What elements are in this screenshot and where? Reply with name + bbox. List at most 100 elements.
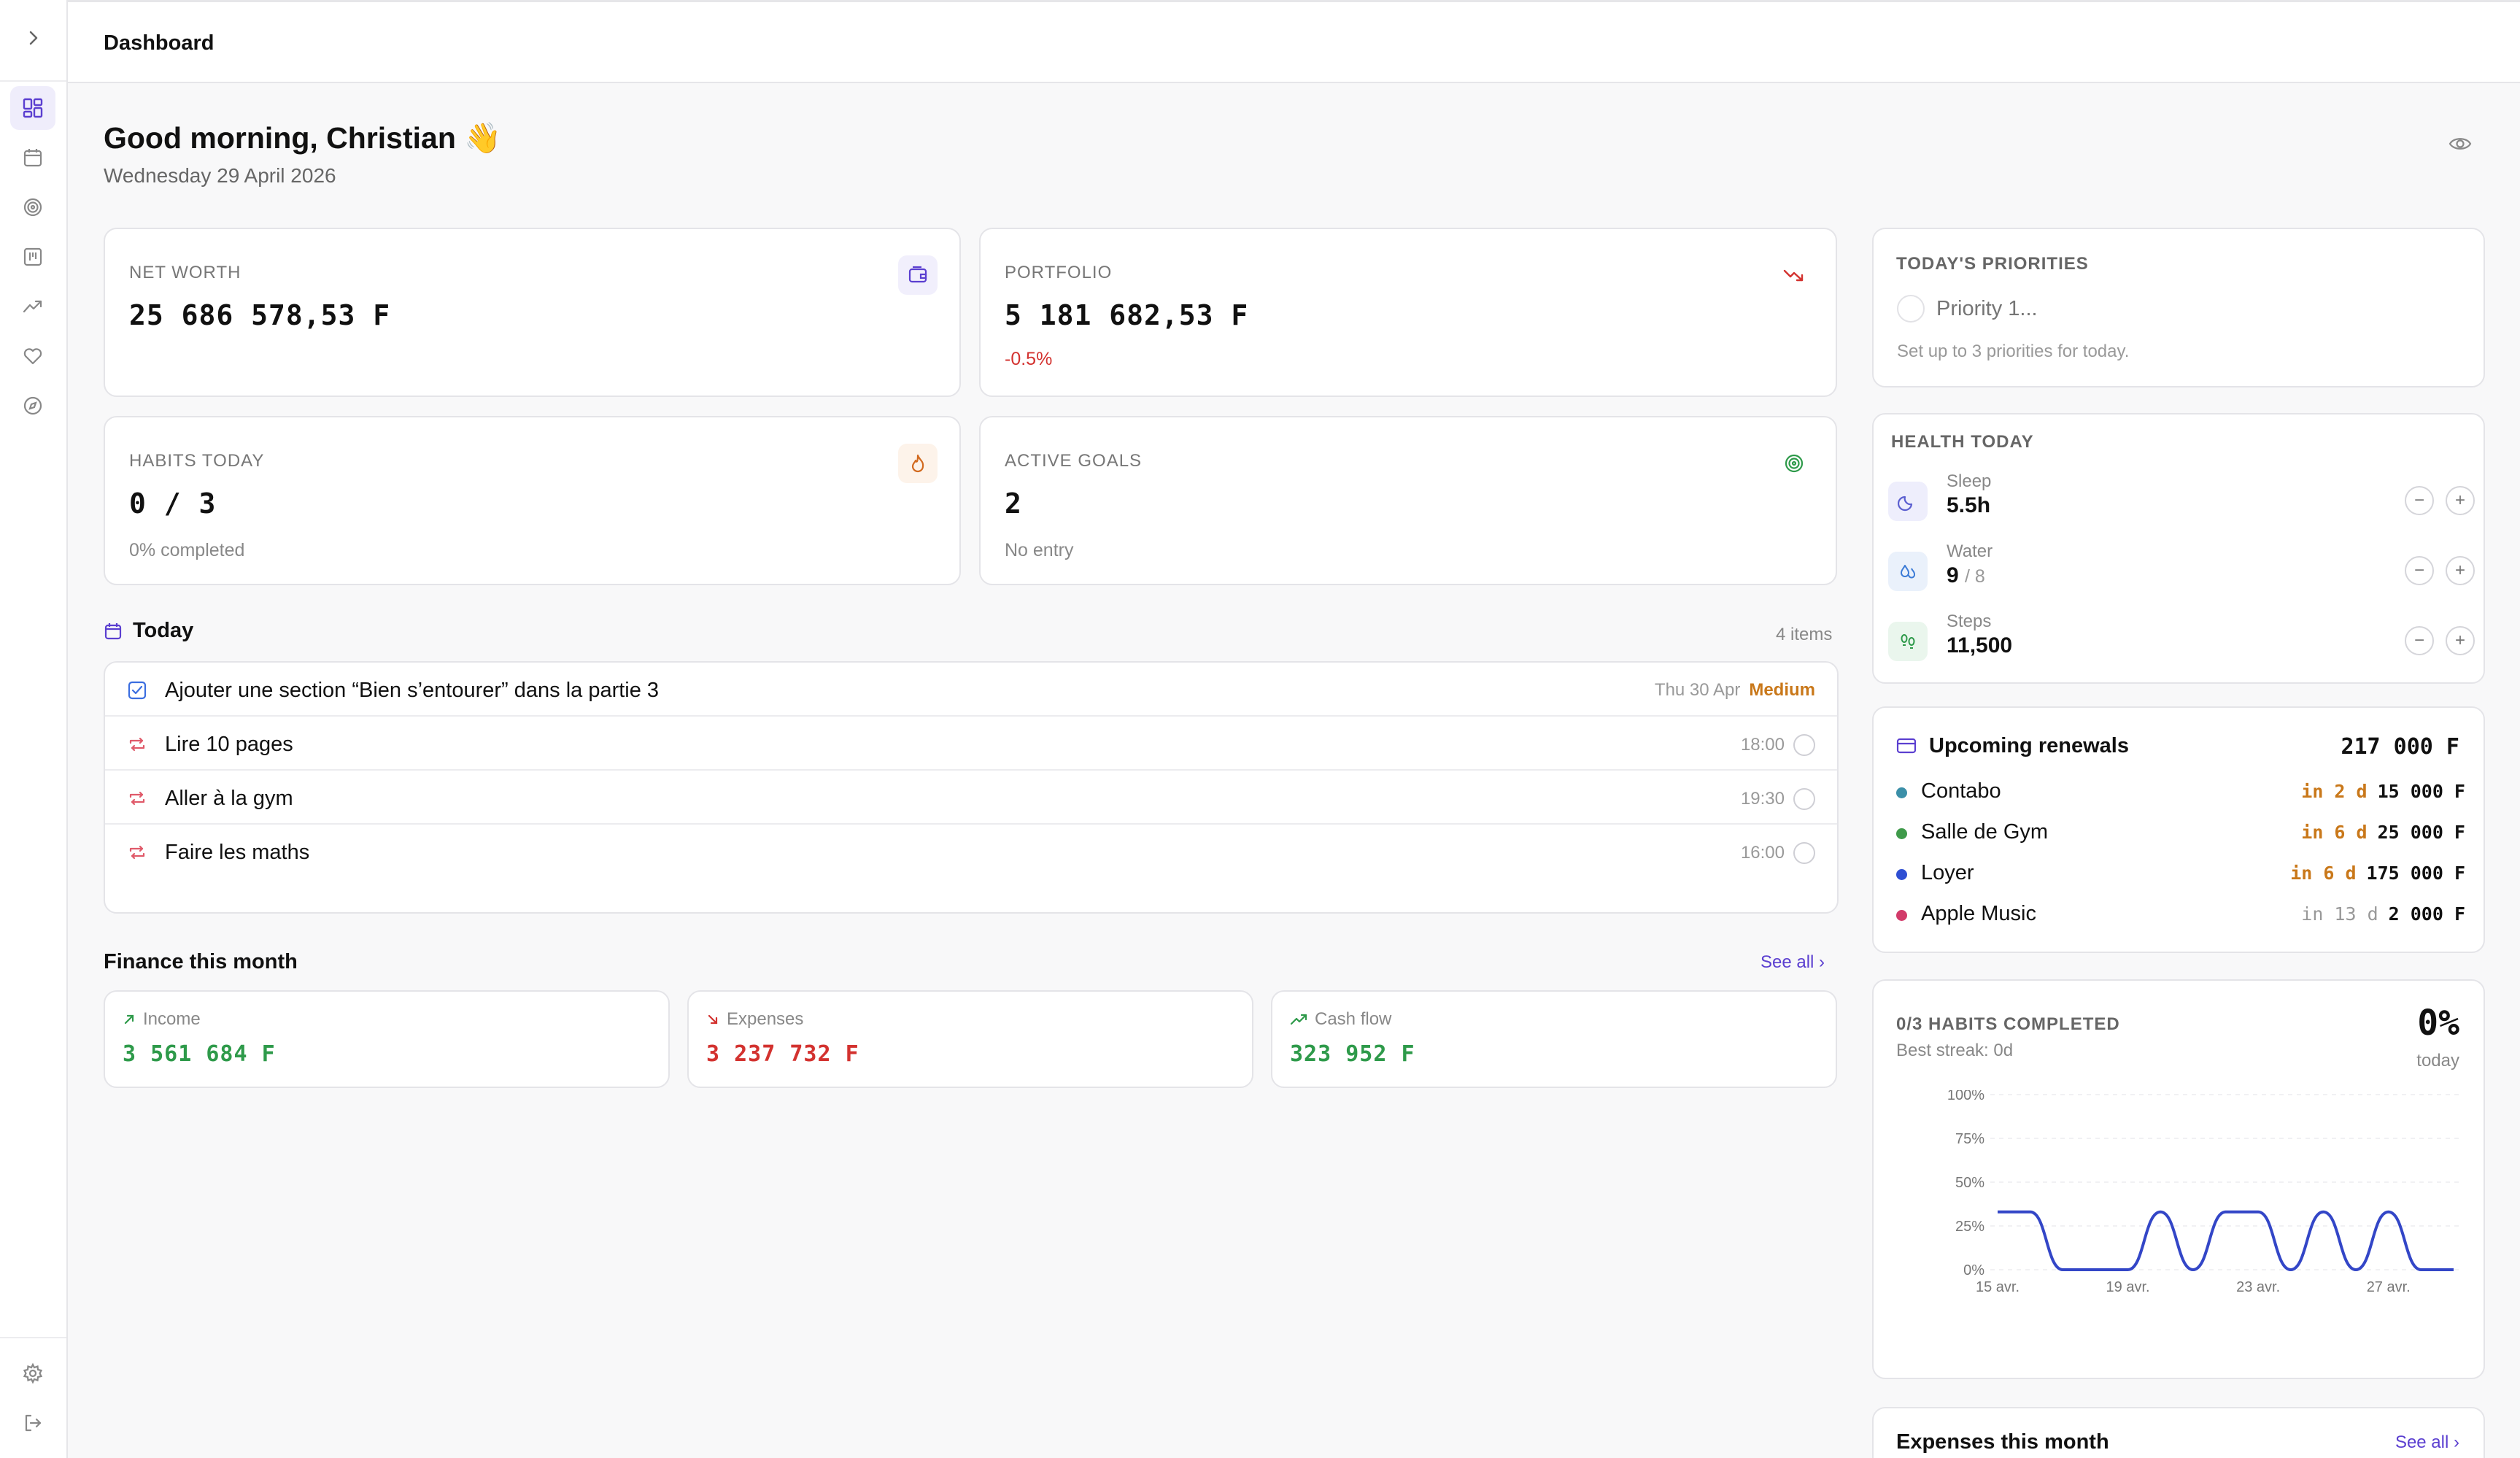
sidebar-toggle-button[interactable] (19, 23, 48, 53)
habits-today-label: HABITS TODAY (129, 451, 265, 471)
portfolio-change: -0.5% (1005, 349, 1053, 369)
task-title: Ajouter une section “Bien s’entourer” da… (165, 679, 660, 702)
sidebar-item-settings[interactable] (10, 1351, 55, 1395)
trending-up-icon (1290, 1014, 1307, 1025)
income-label: Income (143, 1009, 201, 1029)
renewal-days: in 6 d (2290, 863, 2357, 884)
sidebar-item-explore[interactable] (10, 384, 55, 428)
repeat-icon (129, 791, 145, 806)
task-title: Faire les maths (165, 841, 310, 864)
compass-icon (23, 396, 42, 415)
water-increment-button[interactable]: + (2446, 556, 2475, 585)
task-row[interactable]: Faire les maths 16:00 (105, 825, 1837, 879)
heart-icon (23, 348, 42, 365)
renewal-days: in 13 d (2301, 903, 2378, 925)
renewals-title: Upcoming renewals (1929, 734, 2129, 757)
renewal-name: Salle de Gym (1921, 820, 2049, 844)
task-complete-checkbox[interactable] (1793, 788, 1815, 810)
task-due-date: Thu 30 Apr (1654, 680, 1741, 700)
task-priority-badge: Medium (1749, 680, 1815, 700)
sidebar-item-goals[interactable] (10, 185, 55, 229)
cashflow-card[interactable]: Cash flow 323 952 F (1271, 990, 1837, 1088)
renewal-amount: 2 000 F (2388, 903, 2465, 925)
task-complete-checkbox[interactable] (1793, 842, 1815, 864)
expenses-card[interactable]: Expenses 3 237 732 F (687, 990, 1253, 1088)
today-task-list: Ajouter une section “Bien s’entourer” da… (104, 661, 1839, 914)
habit-series-line (1997, 1210, 2454, 1272)
status-dot (1896, 869, 1907, 880)
sidebar-item-board[interactable] (10, 235, 55, 279)
task-row[interactable]: Lire 10 pages 18:00 (105, 717, 1837, 771)
priorities-card: TODAY'S PRIORITIES Set up to 3 prioritie… (1872, 228, 2485, 387)
active-goals-card[interactable]: ACTIVE GOALS 2 No entry (979, 416, 1837, 585)
expenses-label: Expenses (727, 1009, 804, 1029)
habits-percent: 0% (2417, 1003, 2459, 1044)
renewal-row[interactable]: Contabo in 2 d 15 000 F (1896, 778, 2465, 807)
income-value: 3 561 684 F (123, 1041, 276, 1067)
checkbox-task-icon[interactable] (127, 680, 147, 701)
sidebar-item-health[interactable] (10, 334, 55, 378)
task-complete-checkbox[interactable] (1793, 734, 1815, 756)
x-tick-label: 19 avr. (2106, 1279, 2150, 1295)
steps-increment-button[interactable]: + (2446, 626, 2475, 655)
habits-completed-card: 0/3 HABITS COMPLETED Best streak: 0d 0% … (1872, 979, 2485, 1379)
renewal-days: in 6 d (2301, 822, 2368, 843)
task-title: Aller à la gym (165, 787, 293, 810)
sidebar-item-dashboard[interactable] (10, 86, 55, 130)
portfolio-card[interactable]: PORTFOLIO 5 181 682,53 F -0.5% (979, 228, 1837, 397)
y-tick-label: 100% (1947, 1090, 1984, 1103)
x-tick-label: 15 avr. (1976, 1279, 2020, 1295)
top-bar: Dashboard (68, 0, 2520, 83)
steps-label: Steps (1947, 612, 1992, 631)
habits-today-card[interactable]: HABITS TODAY 0 / 3 0% completed (104, 416, 961, 585)
task-row[interactable]: Ajouter une section “Bien s’entourer” da… (105, 663, 1837, 717)
renewal-name: Apple Music (1921, 902, 2036, 925)
priority-input[interactable] (1936, 293, 2447, 324)
sleep-decrement-button[interactable]: − (2405, 486, 2434, 515)
water-decrement-button[interactable]: − (2405, 556, 2434, 585)
y-tick-label: 25% (1955, 1219, 1984, 1235)
x-tick-label: 27 avr. (2367, 1279, 2411, 1295)
task-time: 19:30 (1740, 789, 1785, 809)
eye-icon (2449, 138, 2472, 150)
today-heading: Today (104, 619, 193, 643)
cashflow-value: 323 952 F (1290, 1041, 1415, 1067)
sleep-value: 5.5h (1947, 493, 1991, 517)
steps-decrement-button[interactable]: − (2405, 626, 2434, 655)
best-streak: Best streak: 0d (1896, 1041, 2014, 1060)
health-today-card: HEALTH TODAY Sleep 5.5h − + Water 9 / 8 … (1872, 413, 2485, 684)
upcoming-renewals-card: Upcoming renewals 217 000 F Contabo in 2… (1872, 706, 2485, 953)
droplets-icon (1888, 552, 1928, 591)
sidebar (0, 0, 68, 1458)
renewal-row[interactable]: Loyer in 6 d 175 000 F (1896, 860, 2465, 889)
income-card[interactable]: Income 3 561 684 F (104, 990, 670, 1088)
x-tick-label: 23 avr. (2236, 1279, 2280, 1295)
calendar-icon (23, 149, 42, 167)
portfolio-value: 5 181 682,53 F (1005, 299, 1249, 331)
sidebar-item-finance[interactable] (10, 285, 55, 328)
finance-see-all-link[interactable]: See all › (1760, 952, 1825, 973)
greeting: Good morning, Christian 👋 (104, 121, 502, 155)
y-tick-label: 75% (1955, 1131, 1984, 1147)
expenses-month-title: Expenses this month (1896, 1430, 2109, 1454)
sidebar-item-logout[interactable] (10, 1401, 55, 1445)
chevron-right-icon (29, 31, 38, 45)
renewal-amount: 15 000 F (2377, 781, 2465, 802)
priority-checkbox[interactable] (1897, 295, 1925, 323)
health-title: HEALTH TODAY (1891, 432, 2034, 452)
renewal-row[interactable]: Salle de Gym in 6 d 25 000 F (1896, 819, 2465, 848)
credit-card-icon (1896, 738, 1917, 754)
today-title: Today (133, 619, 194, 642)
steps-value: 11,500 (1947, 633, 2013, 657)
toggle-visibility-button[interactable] (2448, 131, 2473, 160)
priorities-hint: Set up to 3 priorities for today. (1897, 342, 2130, 361)
renewal-row[interactable]: Apple Music in 13 d 2 000 F (1896, 900, 2465, 930)
expenses-see-all-link[interactable]: See all › (2395, 1432, 2459, 1453)
habits-completed-title: 0/3 HABITS COMPLETED (1896, 1014, 2120, 1034)
sidebar-item-calendar[interactable] (10, 136, 55, 180)
net-worth-card[interactable]: NET WORTH 25 686 578,53 F (104, 228, 961, 397)
task-row[interactable]: Aller à la gym 19:30 (105, 771, 1837, 825)
y-tick-label: 50% (1955, 1175, 1984, 1191)
sleep-increment-button[interactable]: + (2446, 486, 2475, 515)
status-dot (1896, 910, 1907, 921)
